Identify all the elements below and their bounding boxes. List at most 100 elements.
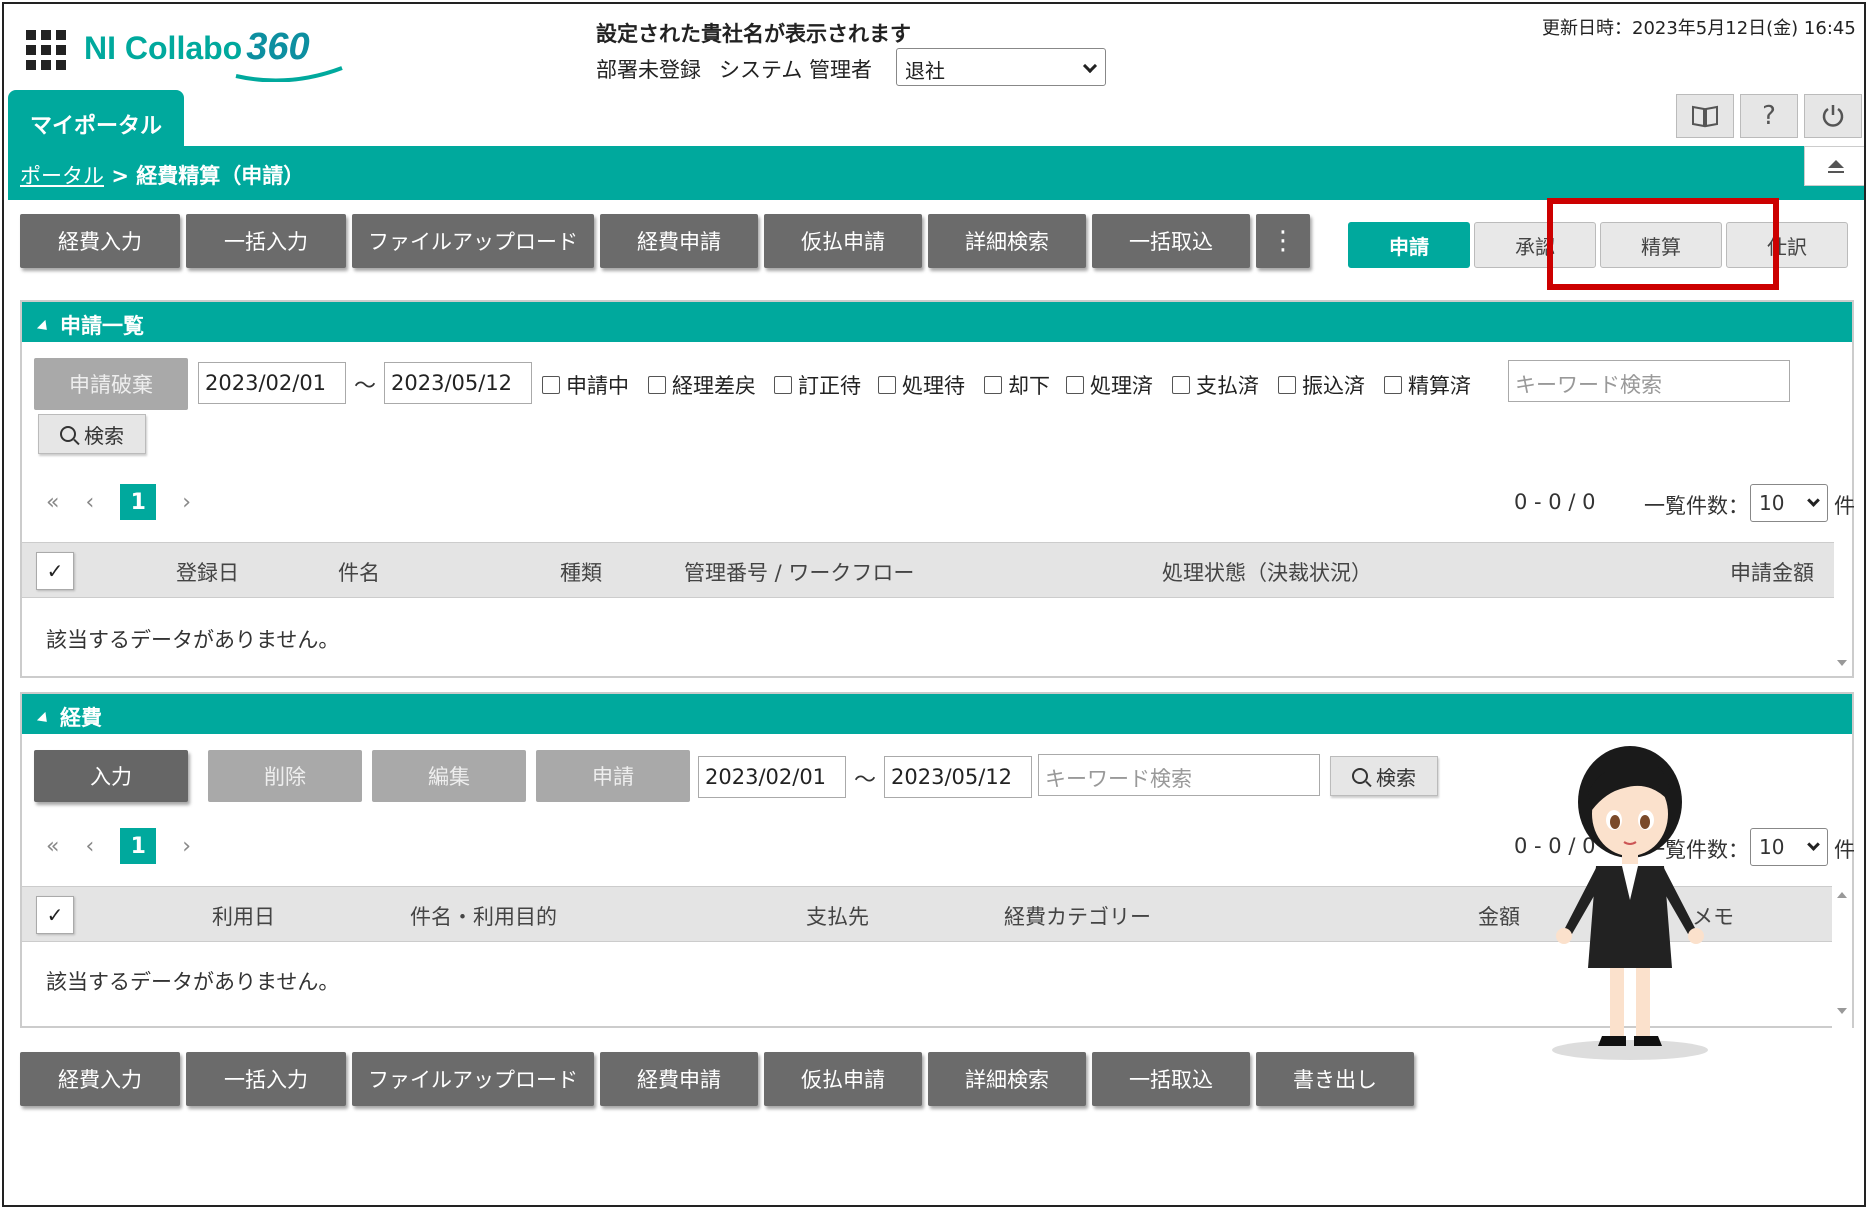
next-page-icon[interactable]: › [182,490,191,515]
checkbox-box[interactable] [648,376,666,394]
col-type[interactable]: 種類 [560,557,602,587]
scroll-up-icon[interactable] [1837,892,1847,898]
per-page-select[interactable]: 10 [1750,484,1828,522]
collapse-header-icon[interactable] [1804,146,1864,186]
panel-header[interactable]: 経費 [22,694,1852,734]
first-page-icon[interactable]: « [46,490,59,515]
date-from-input[interactable]: 2023/02/01 [698,756,846,798]
filter-checkbox[interactable]: 訂正待 [774,370,861,400]
company-name: 設定された貴社名が表示されます [596,22,911,46]
presence-status-select[interactable]: 退社 [896,48,1106,86]
checkbox-box[interactable] [1172,376,1190,394]
checkbox-label: 精算済 [1408,374,1471,398]
current-page[interactable]: 1 [120,828,157,864]
col-application-amount[interactable]: 申請金額 [1730,557,1814,587]
advance-application-button[interactable]: 仮払申請 [764,1052,922,1106]
scrollbar[interactable] [1832,600,1852,676]
expense-input-button[interactable]: 入力 [34,750,188,802]
date-from-input[interactable]: 2023/02/01 [198,362,346,404]
filter-checkbox[interactable]: 処理済 [1066,370,1153,400]
expense-application-button[interactable]: 経費申請 [600,1052,758,1106]
scrollbar[interactable] [1832,884,1852,1028]
scroll-down-icon[interactable] [1837,660,1847,666]
prev-page-icon[interactable]: ‹ [85,834,94,859]
col-expense-category[interactable]: 経費カテゴリー [1004,901,1151,931]
tab-my-portal[interactable]: マイポータル [8,90,184,146]
bulk-import-button[interactable]: 一括取込 [1092,214,1250,268]
help-icon[interactable]: ? [1740,94,1798,138]
select-all-checkbox[interactable]: ✓ [36,552,74,590]
search-button[interactable]: 検索 [1330,756,1438,796]
advanced-search-button[interactable]: 詳細検索 [928,214,1086,268]
user-name: システム 管理者 [719,58,873,82]
segment-application[interactable]: 申請 [1348,222,1470,268]
col-management-number[interactable]: 管理番号 / ワークフロー [684,557,914,587]
user-line: 部署未登録 システム 管理者 [596,54,872,84]
filter-checkbox[interactable]: 精算済 [1384,370,1471,400]
search-icon [60,426,76,442]
next-page-icon[interactable]: › [182,834,191,859]
checkbox-box[interactable] [878,376,896,394]
col-registered-date[interactable]: 登録日 [176,557,239,587]
col-amount[interactable]: 金額 [1478,901,1520,931]
keyword-search-input[interactable]: キーワード検索 [1508,360,1790,402]
checkbox-box[interactable] [1066,376,1084,394]
apply-button[interactable]: 申請 [536,750,690,802]
department: 部署未登録 [596,58,701,82]
more-options-icon[interactable]: ⋮ [1256,214,1310,268]
checkbox-box[interactable] [1278,376,1296,394]
panel-header[interactable]: 申請一覧 [22,302,1852,342]
date-range-tilde: ～ [354,374,377,399]
checkbox-box[interactable] [542,376,560,394]
export-button[interactable]: 書き出し [1256,1052,1414,1106]
manual-book-icon[interactable] [1676,94,1734,138]
discard-application-button[interactable]: 申請破棄 [34,358,188,410]
advanced-search-button[interactable]: 詳細検索 [928,1052,1086,1106]
col-payee[interactable]: 支払先 [806,901,869,931]
expense-application-button[interactable]: 経費申請 [600,214,758,268]
date-to-input[interactable]: 2023/05/12 [384,362,532,404]
panel-title: 申請一覧 [60,314,144,338]
filter-checkbox[interactable]: 経理差戻 [648,370,756,400]
col-process-status[interactable]: 処理状態（決裁状況） [1162,557,1372,587]
search-button-label: 検索 [84,423,124,448]
per-page-select[interactable]: 10 [1750,828,1828,866]
power-icon[interactable] [1804,94,1862,138]
file-upload-button[interactable]: ファイルアップロード [352,1052,594,1106]
checkbox-box[interactable] [984,376,1002,394]
select-all-checkbox[interactable]: ✓ [36,896,74,934]
delete-button[interactable]: 削除 [208,750,362,802]
col-subject[interactable]: 件名 [338,557,380,587]
scroll-down-icon[interactable] [1837,1008,1847,1014]
bulk-import-button[interactable]: 一括取込 [1092,1052,1250,1106]
filter-checkbox[interactable]: 支払済 [1172,370,1259,400]
expense-entry-button[interactable]: 経費入力 [20,1052,180,1106]
current-page[interactable]: 1 [120,484,157,520]
checkbox-box[interactable] [1384,376,1402,394]
col-subject-purpose[interactable]: 件名・利用目的 [410,901,557,931]
header-icon-buttons: ? [1676,94,1862,138]
col-use-date[interactable]: 利用日 [212,901,275,931]
advance-application-button[interactable]: 仮払申請 [764,214,922,268]
date-to-input[interactable]: 2023/05/12 [884,756,1032,798]
file-upload-button[interactable]: ファイルアップロード [352,214,594,268]
app-grid-icon[interactable] [26,30,66,70]
filter-checkbox[interactable]: 振込済 [1278,370,1365,400]
per-page-unit: 件 [1834,494,1855,518]
search-button[interactable]: 検索 [38,414,146,454]
checkbox-label: 振込済 [1302,374,1365,398]
prev-page-icon[interactable]: ‹ [85,490,94,515]
keyword-search-input[interactable]: キーワード検索 [1038,754,1320,796]
bulk-entry-button[interactable]: 一括入力 [186,1052,346,1106]
edit-button[interactable]: 編集 [372,750,526,802]
filter-checkbox[interactable]: 処理待 [878,370,965,400]
record-count: 0 - 0 / 0 [1514,490,1596,514]
filter-checkbox[interactable]: 申請中 [542,370,629,400]
first-page-icon[interactable]: « [46,834,59,859]
expense-entry-button[interactable]: 経費入力 [20,214,180,268]
bulk-entry-button[interactable]: 一括入力 [186,214,346,268]
breadcrumb-portal-link[interactable]: ポータル [20,164,104,188]
checkbox-box[interactable] [774,376,792,394]
updated-timestamp: 更新日時：2023年5月12日(金) 16:45 [1542,18,1856,39]
filter-checkbox[interactable]: 却下 [984,370,1050,400]
